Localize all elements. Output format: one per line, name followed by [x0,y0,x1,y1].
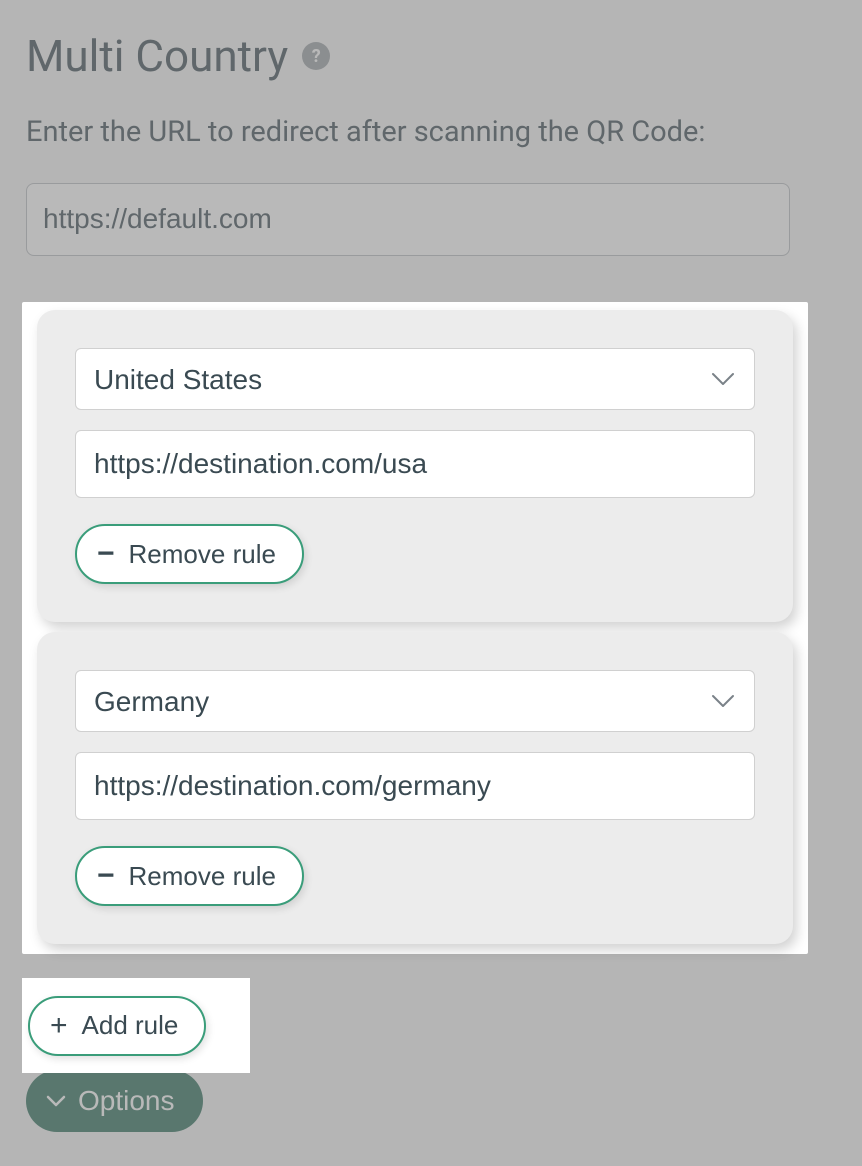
remove-rule-label: Remove rule [129,861,276,892]
remove-rule-label: Remove rule [129,539,276,570]
plus-icon: + [50,1011,68,1041]
add-rule-label: Add rule [82,1010,179,1041]
default-url-input[interactable] [26,183,790,256]
add-rule-button[interactable]: + Add rule [28,996,206,1056]
country-select[interactable]: United States [75,348,755,410]
remove-rule-button[interactable]: − Remove rule [75,846,304,906]
destination-url-input[interactable] [75,752,755,820]
add-rule-panel: + Add rule [22,978,250,1073]
destination-url-input[interactable] [75,430,755,498]
country-select[interactable]: Germany [75,670,755,732]
options-label: Options [78,1085,175,1117]
rule-card: United States − Remove rule [37,310,793,622]
chevron-down-icon [46,1095,66,1107]
minus-icon: − [97,539,115,569]
rule-card: Germany − Remove rule [37,632,793,944]
instruction-text: Enter the URL to redirect after scanning… [26,110,836,155]
rules-panel: United States − Remove rule Germany − Re… [22,302,808,954]
page-title: Multi Country [26,30,288,82]
help-icon[interactable]: ? [302,42,330,70]
remove-rule-button[interactable]: − Remove rule [75,524,304,584]
minus-icon: − [97,861,115,891]
options-button[interactable]: Options [26,1070,203,1132]
